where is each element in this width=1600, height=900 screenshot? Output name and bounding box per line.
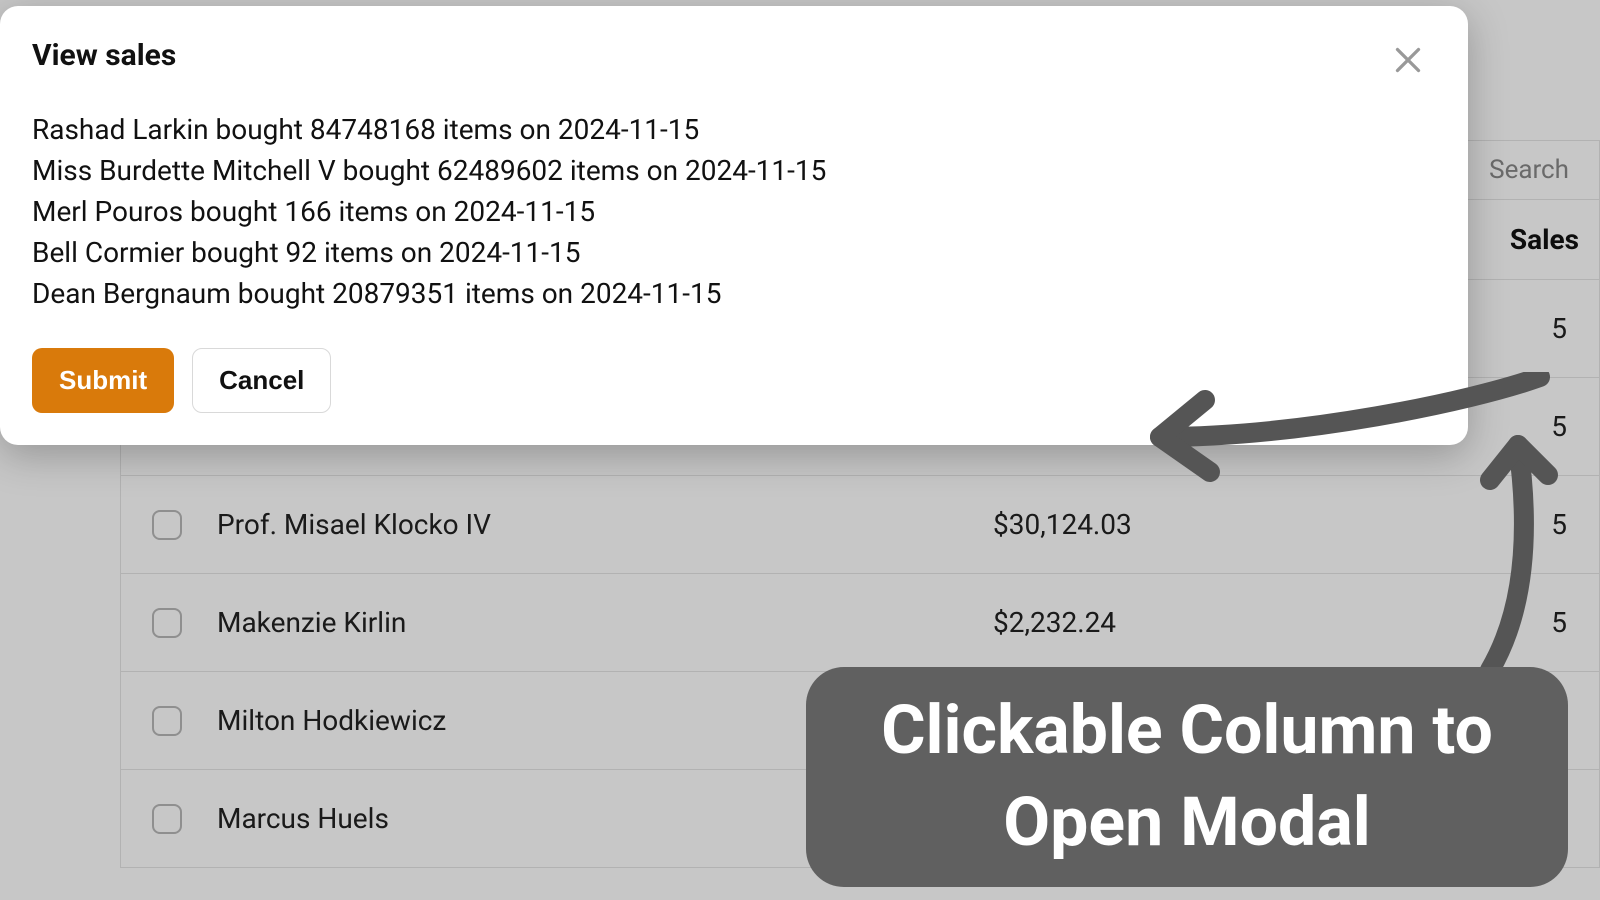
sale-line: Bell Cormier bought 92 items on 2024-11-… <box>32 232 1436 273</box>
modal-title: View sales <box>32 38 1436 73</box>
view-sales-modal: View sales Rashad Larkin bought 84748168… <box>0 6 1468 445</box>
modal-body: Rashad Larkin bought 84748168 items on 2… <box>32 109 1436 314</box>
sale-line: Miss Burdette Mitchell V bought 62489602… <box>32 150 1436 191</box>
annotation-callout-text: Clickable Column to Open Modal <box>836 685 1538 869</box>
close-button[interactable] <box>1390 42 1426 78</box>
sale-line: Dean Bergnaum bought 20879351 items on 2… <box>32 273 1436 314</box>
submit-button[interactable]: Submit <box>32 348 174 413</box>
annotation-callout: Clickable Column to Open Modal <box>806 667 1568 887</box>
close-icon <box>1390 42 1426 78</box>
sale-line: Rashad Larkin bought 84748168 items on 2… <box>32 109 1436 150</box>
sale-line: Merl Pouros bought 166 items on 2024-11-… <box>32 191 1436 232</box>
modal-actions: Submit Cancel <box>32 348 1436 413</box>
cancel-button[interactable]: Cancel <box>192 348 331 413</box>
